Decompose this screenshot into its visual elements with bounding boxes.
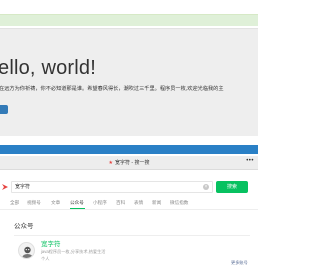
clear-icon[interactable]: × bbox=[203, 184, 209, 190]
avatar[interactable] bbox=[18, 242, 35, 259]
tab-articles[interactable]: 文章 bbox=[51, 199, 60, 207]
wechat-search-window: ★ 宽字符 - 搜一搜 ••• 宽字符 × 搜索 全部 视频号 文章 公众号 小程… bbox=[0, 156, 258, 273]
card-divider bbox=[14, 235, 250, 236]
search-tabs: 全部 视频号 文章 公众号 小程序 百科 表情 新闻 微信指数 bbox=[0, 199, 258, 209]
account-name[interactable]: 宽字符 bbox=[41, 240, 61, 249]
more-accounts-link[interactable]: 更多账号 bbox=[231, 260, 248, 266]
window-title: ★ 宽字符 - 搜一搜 bbox=[0, 159, 258, 167]
page-gap bbox=[0, 137, 258, 145]
search-input-value: 宽字符 bbox=[15, 184, 31, 190]
tabs-divider bbox=[0, 209, 258, 210]
hero-paragraph: 在远方为你祈祷，你不必知道那是谁。希望春风得长，潮吹过三千里。程序员一枚,欢迎光… bbox=[0, 86, 224, 92]
window-title-text: 宽字符 - 搜一搜 bbox=[115, 160, 150, 166]
tab-all[interactable]: 全部 bbox=[10, 199, 19, 207]
hero-heading: ello, world! bbox=[0, 57, 96, 79]
tab-mini-programs[interactable]: 小程序 bbox=[93, 199, 107, 207]
tab-wechat-index[interactable]: 微信指数 bbox=[170, 199, 188, 207]
blue-navbar bbox=[0, 145, 258, 154]
tab-channels[interactable]: 视频号 bbox=[27, 199, 41, 207]
jumbotron: ello, world! 在远方为你祈祷，你不必知道那是谁。希望春风得长，潮吹过… bbox=[0, 28, 258, 136]
account-description: java程序员一枚,分享技术,热爱生活 bbox=[41, 249, 106, 254]
section-title: 公众号 bbox=[14, 223, 34, 230]
success-alert bbox=[0, 14, 258, 26]
star-icon: ★ bbox=[108, 160, 114, 166]
more-menu-icon[interactable]: ••• bbox=[246, 158, 254, 164]
sousou-logo-icon bbox=[0, 182, 10, 194]
tab-encyclopedia[interactable]: 百科 bbox=[116, 199, 125, 207]
search-button[interactable]: 搜索 bbox=[216, 181, 248, 193]
hero-button[interactable] bbox=[0, 105, 8, 114]
search-input[interactable]: 宽字符 × bbox=[11, 181, 213, 193]
tab-stickers[interactable]: 表情 bbox=[134, 199, 143, 207]
account-type: 个人 bbox=[41, 256, 50, 261]
tab-official-accounts[interactable]: 公众号 bbox=[70, 199, 84, 207]
search-row: 宽字符 × 搜索 bbox=[0, 180, 258, 194]
tab-news[interactable]: 新闻 bbox=[152, 199, 161, 207]
top-notice-area bbox=[0, 0, 258, 28]
window-title-bar: ★ 宽字符 - 搜一搜 ••• bbox=[0, 156, 258, 170]
